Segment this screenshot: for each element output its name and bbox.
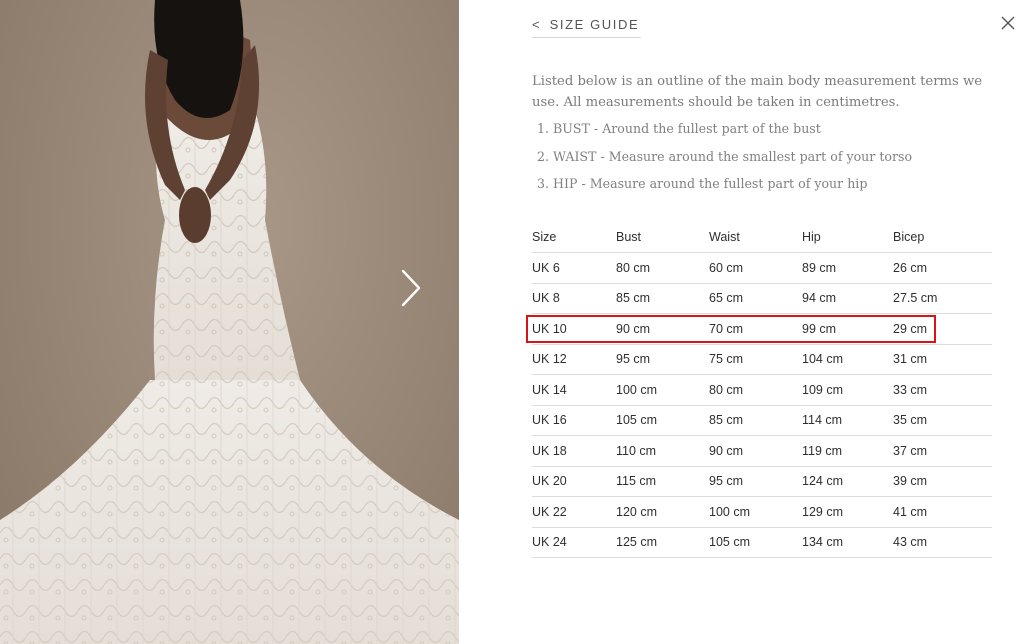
table-cell: 90 cm	[616, 313, 709, 345]
table-row: UK 16 105 cm 85 cm 114 cm 35 cm	[532, 405, 992, 436]
table-cell: 43 cm	[893, 527, 992, 558]
table-cell: 75 cm	[709, 344, 802, 375]
table-cell: 105 cm	[709, 527, 802, 558]
table-cell: UK 6	[532, 252, 616, 284]
table-cell: UK 14	[532, 374, 616, 406]
table-cell: 29 cm	[893, 313, 992, 345]
table-cell: UK 10	[532, 313, 616, 345]
table-cell: 104 cm	[802, 344, 893, 375]
table-cell: 100 cm	[616, 374, 709, 406]
table-cell: 134 cm	[802, 527, 893, 558]
table-cell: 115 cm	[616, 466, 709, 497]
table-cell: 26 cm	[893, 252, 992, 284]
table-cell: 85 cm	[709, 405, 802, 436]
table-cell: 99 cm	[802, 313, 893, 345]
table-cell: 27.5 cm	[893, 283, 992, 314]
table-cell: 114 cm	[802, 405, 893, 436]
table-cell: 120 cm	[616, 496, 709, 528]
table-cell: 80 cm	[616, 252, 709, 284]
table-cell: 65 cm	[709, 283, 802, 314]
table-row: UK 12 95 cm 75 cm 104 cm 31 cm	[532, 344, 992, 375]
table-cell: UK 24	[532, 527, 616, 558]
table-header-row: Size Bust Waist Hip Bicep	[532, 222, 992, 253]
column-header: Size	[532, 222, 616, 253]
column-header: Bicep	[893, 222, 992, 253]
table-cell: 70 cm	[709, 313, 802, 345]
table-cell: 35 cm	[893, 405, 992, 436]
table-cell: 119 cm	[802, 435, 893, 467]
table-cell: UK 12	[532, 344, 616, 375]
chevron-left-icon: <	[532, 16, 540, 32]
table-row: UK 8 85 cm 65 cm 94 cm 27.5 cm	[532, 283, 992, 314]
table-cell: 105 cm	[616, 405, 709, 436]
wedding-dress-illustration	[0, 0, 459, 644]
table-cell: 31 cm	[893, 344, 992, 375]
list-item: 2. WAIST - Measure around the smallest pa…	[537, 148, 913, 164]
table-cell: 95 cm	[616, 344, 709, 375]
table-cell: 85 cm	[616, 283, 709, 314]
list-item: 3. HIP - Measure around the fullest part …	[537, 176, 868, 191]
table-row: UK 6 80 cm 60 cm 89 cm 26 cm	[532, 252, 992, 284]
size-table: Size Bust Waist Hip Bicep UK 6 80 cm 60 cm…	[532, 222, 992, 558]
table-row: UK 24 125 cm 105 cm 134 cm 43 cm	[532, 527, 992, 558]
column-header: Bust	[616, 222, 709, 253]
table-cell: UK 8	[532, 283, 616, 314]
column-header: Waist	[709, 222, 802, 253]
column-header: Hip	[802, 222, 893, 253]
table-cell: 39 cm	[893, 466, 992, 497]
size-guide-back-link[interactable]: < SIZE GUIDE	[532, 12, 642, 38]
list-item: 1. BUST - Around the fullest part of the …	[537, 121, 821, 136]
measurement-list: 1. BUST - Around the fullest part of the …	[537, 118, 912, 201]
gallery-next-button[interactable]	[400, 268, 436, 314]
table-cell: 125 cm	[616, 527, 709, 558]
table-cell: 89 cm	[802, 252, 893, 284]
chevron-right-icon	[401, 269, 421, 307]
table-cell: UK 20	[532, 466, 616, 497]
table-cell: 124 cm	[802, 466, 893, 497]
table-cell: 109 cm	[802, 374, 893, 406]
table-cell: 110 cm	[616, 435, 709, 467]
table-row: UK 14 100 cm 80 cm 109 cm 33 cm	[532, 374, 992, 406]
table-cell: UK 18	[532, 435, 616, 467]
table-cell: UK 16	[532, 405, 616, 436]
table-row: UK 22 120 cm 100 cm 129 cm 41 cm	[532, 496, 992, 528]
table-cell: 95 cm	[709, 466, 802, 497]
table-cell: 80 cm	[709, 374, 802, 406]
table-row-highlighted: UK 10 90 cm 70 cm 99 cm 29 cm	[532, 313, 992, 345]
table-row: UK 20 115 cm 95 cm 124 cm 39 cm	[532, 466, 992, 497]
size-guide-title: SIZE GUIDE	[549, 16, 640, 32]
table-cell: 129 cm	[802, 496, 893, 528]
size-guide-panel: < SIZE GUIDE Listed below is an outline …	[459, 0, 1024, 644]
table-cell: 100 cm	[709, 496, 802, 528]
close-button[interactable]	[997, 12, 1019, 34]
table-cell: UK 22	[532, 496, 616, 528]
close-icon	[1001, 16, 1015, 30]
table-cell: 41 cm	[893, 496, 992, 528]
table-cell: 37 cm	[893, 435, 992, 467]
table-row: UK 18 110 cm 90 cm 119 cm 37 cm	[532, 435, 992, 467]
table-cell: 60 cm	[709, 252, 802, 284]
product-photo	[0, 0, 459, 644]
intro-text: Listed below is an outline of the main b…	[532, 74, 983, 111]
table-cell: 90 cm	[709, 435, 802, 467]
table-cell: 33 cm	[893, 374, 992, 406]
table-cell: 94 cm	[802, 283, 893, 314]
